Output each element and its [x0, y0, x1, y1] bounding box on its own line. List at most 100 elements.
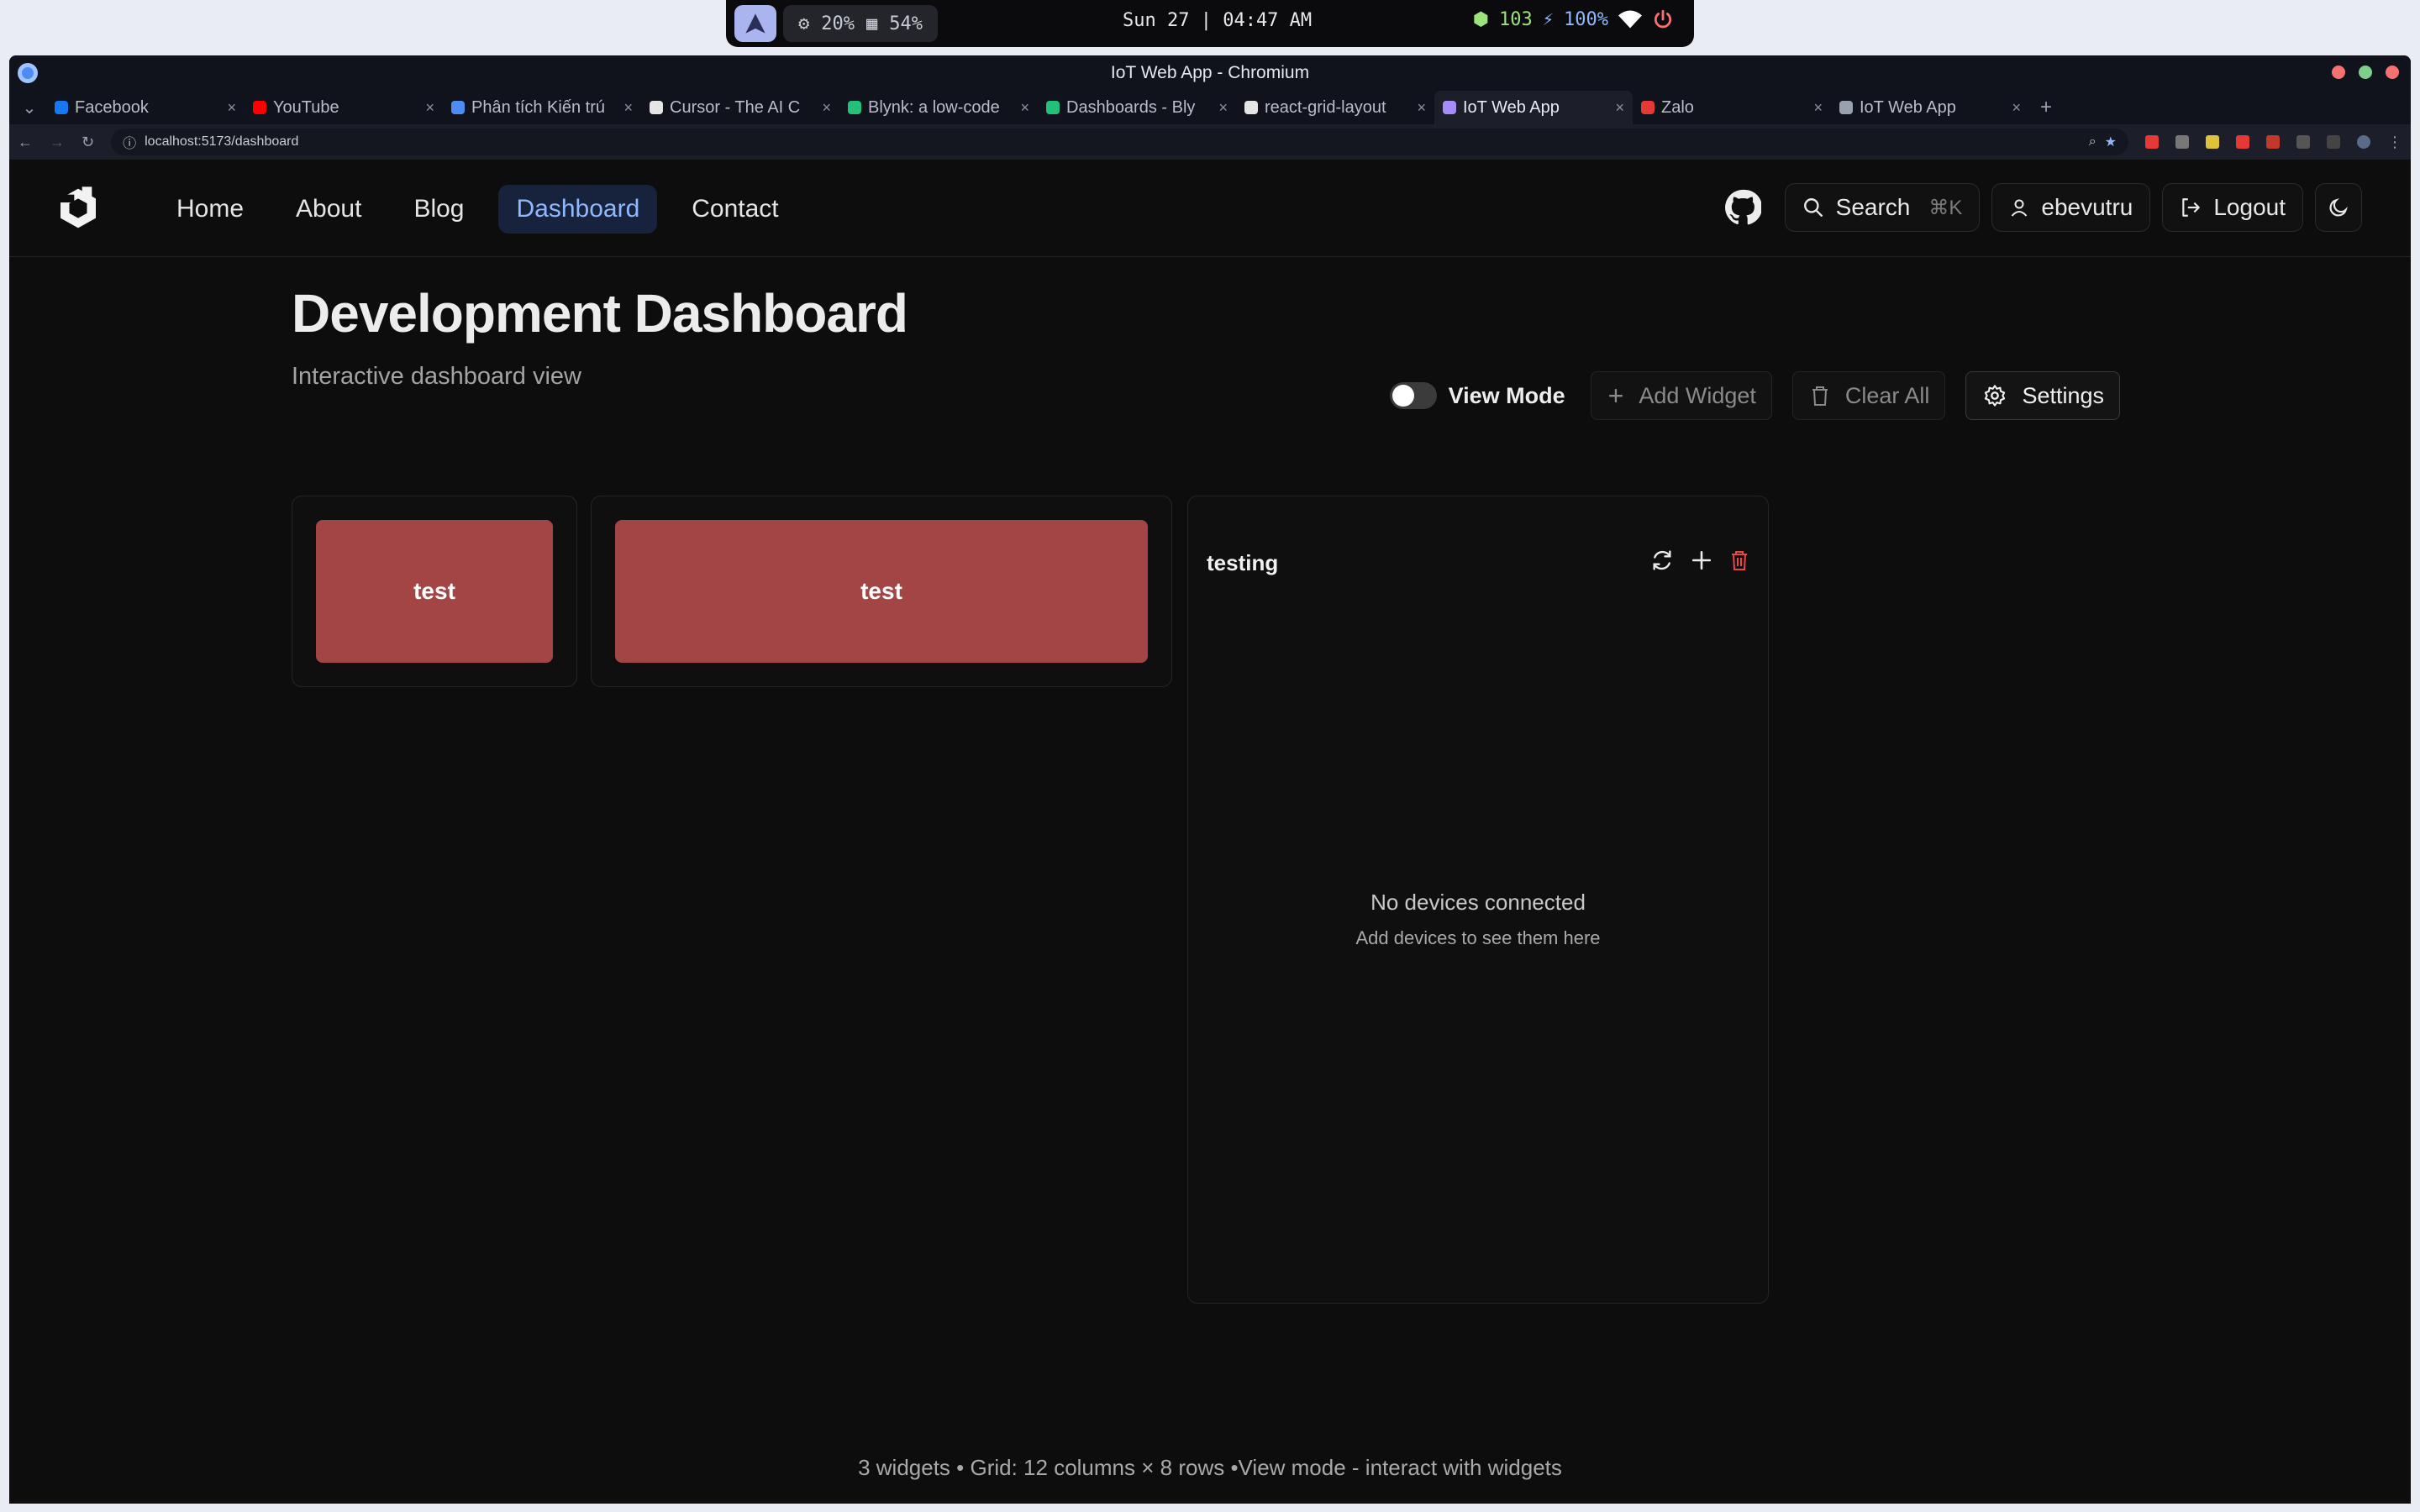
url-field[interactable]: ⓘ localhost:5173/dashboard ⌕ ★ [111, 129, 2128, 155]
user-button[interactable]: ebevutru [1991, 183, 2151, 232]
browser-tab[interactable]: Facebook × [46, 91, 245, 124]
extension-icon[interactable] [2175, 135, 2189, 149]
extensions-puzzle-icon[interactable] [2296, 135, 2310, 149]
nav-link-contact[interactable]: Contact [674, 185, 796, 234]
extension-icon[interactable] [2145, 135, 2159, 149]
nav-link-blog[interactable]: Blog [396, 185, 481, 234]
nav-link-home[interactable]: Home [159, 185, 261, 234]
browser-tab[interactable]: Zalo × [1633, 91, 1831, 124]
browser-window: IoT Web App - Chromium ⌄ Facebook × YouTub… [9, 55, 2411, 1504]
logout-icon [2182, 198, 2201, 217]
tab-close-icon[interactable]: × [227, 99, 236, 117]
cpu-usage: 20% [821, 13, 855, 34]
empty-title: No devices connected [1370, 890, 1586, 915]
nav-link-dashboard[interactable]: Dashboard [498, 185, 658, 234]
tab-favicon-icon [1046, 101, 1060, 114]
trash-icon [1812, 386, 1828, 406]
zoom-icon[interactable]: ⌕ [2089, 134, 2096, 150]
tab-close-icon[interactable]: × [425, 99, 434, 117]
tab-close-icon[interactable]: × [822, 99, 831, 117]
cpu-icon: ⚙ [798, 13, 810, 34]
delete-widget-icon[interactable] [1729, 549, 1749, 572]
forward-icon[interactable]: → [50, 134, 65, 151]
tab-favicon-icon [451, 101, 465, 114]
browser-tab[interactable]: react-grid-layout × [1236, 91, 1434, 124]
tab-label: IoT Web App [1463, 97, 1560, 117]
refresh-icon[interactable] [1650, 549, 1674, 572]
user-icon [2012, 199, 2028, 217]
page-subtitle: Interactive dashboard view [292, 363, 581, 390]
test-button[interactable]: test [615, 520, 1148, 663]
tab-close-icon[interactable]: × [1813, 99, 1823, 117]
browser-tab[interactable]: Cursor - The AI C × [641, 91, 839, 124]
nav-actions: Search ⌘K ebevutru Logout [1724, 183, 2362, 232]
clear-all-button[interactable]: Clear All [1791, 371, 1946, 420]
test-button[interactable]: test [316, 520, 553, 663]
new-tab-button[interactable]: + [2029, 91, 2063, 124]
clock[interactable]: Sun 27 | 04:47 AM [1123, 10, 1312, 31]
launcher-button[interactable] [734, 5, 776, 42]
tab-close-icon[interactable]: × [1218, 99, 1228, 117]
logout-button[interactable]: Logout [2162, 183, 2303, 232]
power-icon[interactable] [1652, 8, 1674, 30]
extensions-bar: ⋮ [2145, 134, 2402, 151]
browser-tab[interactable]: YouTube × [245, 91, 443, 124]
extension-icon[interactable] [2236, 135, 2249, 149]
theme-toggle-button[interactable] [2315, 183, 2362, 232]
maximize-button[interactable] [2359, 66, 2372, 79]
browser-tab[interactable]: Phân tích Kiến trú × [443, 91, 641, 124]
tab-label: Phân tích Kiến trú [471, 97, 605, 117]
url-text[interactable]: localhost:5173/dashboard [145, 134, 298, 150]
tab-favicon-icon [1244, 101, 1258, 114]
tab-label: YouTube [273, 97, 339, 117]
wifi-icon[interactable] [1618, 10, 1642, 29]
browser-tab[interactable]: Blynk: a low-code × [839, 91, 1038, 124]
nav-link-about[interactable]: About [278, 185, 379, 234]
browser-tab[interactable]: Dashboards - Bly × [1038, 91, 1236, 124]
widget-device-list[interactable]: testing No devices connected Add devices… [1187, 496, 1769, 1304]
profile-icon[interactable] [2357, 135, 2370, 149]
site-info-icon[interactable]: ⓘ [123, 132, 136, 152]
browser-tab[interactable]: IoT Web App × [1831, 91, 2029, 124]
tab-favicon-icon [1443, 101, 1456, 114]
github-icon[interactable] [1724, 189, 1761, 226]
reload-icon[interactable]: ↻ [82, 134, 94, 151]
username: ebevutru [2041, 194, 2133, 220]
view-mode-toggle[interactable] [1389, 382, 1437, 409]
tab-label: Dashboards - Bly [1066, 97, 1196, 117]
tab-close-icon[interactable]: × [2012, 99, 2021, 117]
add-widget-button[interactable]: + Add Widget [1590, 371, 1772, 420]
widget-button[interactable]: test [292, 496, 577, 687]
tab-favicon-icon [1641, 101, 1655, 114]
browser-tab[interactable]: IoT Web App × [1434, 91, 1633, 124]
tab-close-icon[interactable]: × [1417, 99, 1426, 117]
bookmark-star-icon[interactable]: ★ [2105, 134, 2117, 150]
empty-state: No devices connected Add devices to see … [1188, 890, 1768, 949]
gear-icon [1985, 385, 2006, 407]
extension-icon[interactable] [2206, 135, 2219, 149]
extension-icon[interactable] [2266, 135, 2280, 149]
tray: ⬢ 103 ⚡ 100% [1473, 8, 1674, 30]
reading-list-icon[interactable] [2327, 135, 2340, 149]
minimize-button[interactable] [2332, 66, 2345, 79]
search-button[interactable]: Search ⌘K [1784, 183, 1981, 232]
tab-favicon-icon [650, 101, 663, 114]
tab-close-icon[interactable]: × [623, 99, 633, 117]
widget-actions [1650, 549, 1749, 572]
back-icon[interactable]: ← [18, 134, 33, 151]
tab-close-icon[interactable]: × [1020, 99, 1029, 117]
close-button[interactable] [2386, 66, 2399, 79]
settings-label: Settings [2022, 382, 2104, 408]
address-bar: ← → ↻ ⓘ localhost:5173/dashboard ⌕ ★ ⋮ [9, 124, 2411, 160]
update-count[interactable]: 103 [1499, 9, 1533, 30]
ram-usage: 54% [889, 13, 923, 34]
tab-search-button[interactable]: ⌄ [13, 91, 46, 124]
settings-button[interactable]: Settings [1965, 371, 2120, 420]
logout-label: Logout [2213, 194, 2286, 220]
chromium-icon [18, 63, 38, 83]
browser-menu-icon[interactable]: ⋮ [2387, 134, 2402, 151]
site-logo-icon[interactable] [55, 185, 102, 232]
widget-button[interactable]: test [591, 496, 1172, 687]
tab-close-icon[interactable]: × [1615, 99, 1624, 117]
add-device-icon[interactable] [1691, 549, 1712, 571]
